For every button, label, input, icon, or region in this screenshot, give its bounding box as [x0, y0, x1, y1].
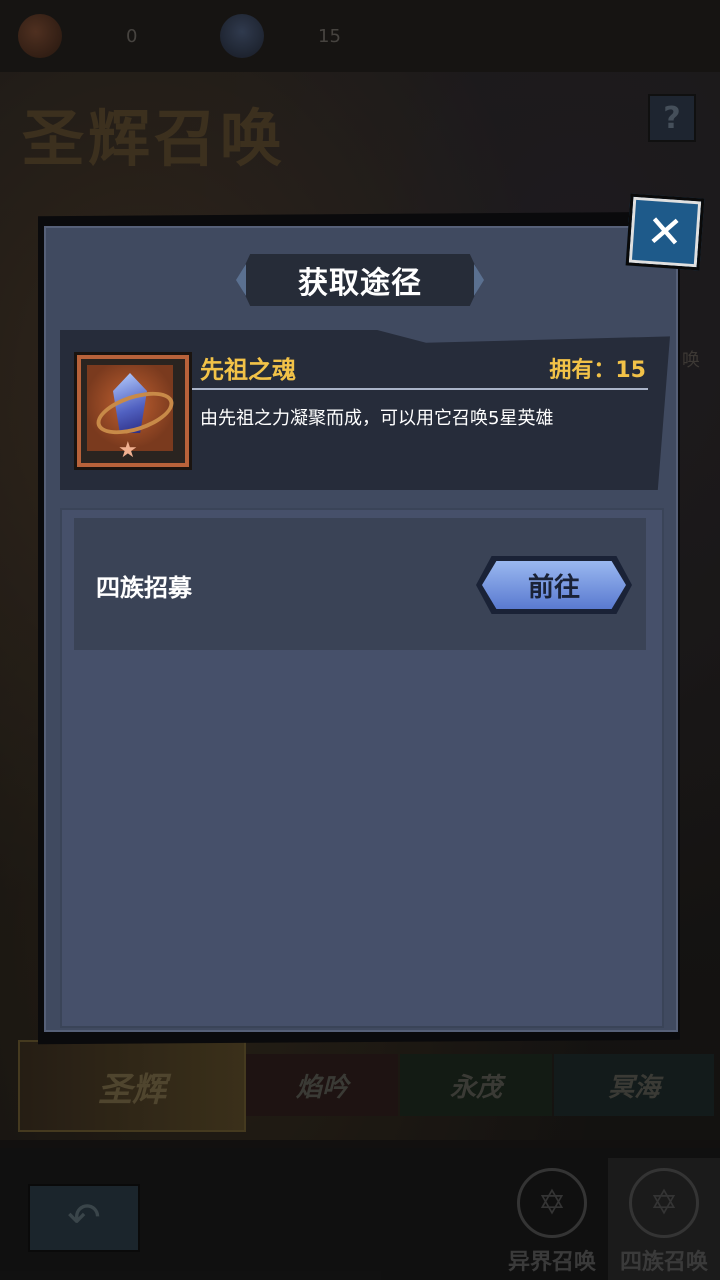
source-label: 四族招募: [96, 574, 192, 602]
item-owned-count: 拥有：15: [549, 358, 646, 383]
close-button[interactable]: ✕: [625, 193, 705, 271]
dialog-title: 获取途径: [298, 266, 422, 301]
go-button[interactable]: 前往: [476, 556, 632, 614]
go-button-label: 前往: [527, 572, 580, 603]
item-description: 由先祖之力凝聚而成，可以用它召唤5星英雄: [200, 408, 554, 429]
close-icon: ✕: [644, 205, 686, 259]
item-name: 先祖之魂: [200, 356, 296, 384]
star-icon: ★: [118, 438, 138, 463]
item-divider: [192, 388, 648, 390]
dialog-title-banner: 获取途径: [236, 254, 484, 306]
